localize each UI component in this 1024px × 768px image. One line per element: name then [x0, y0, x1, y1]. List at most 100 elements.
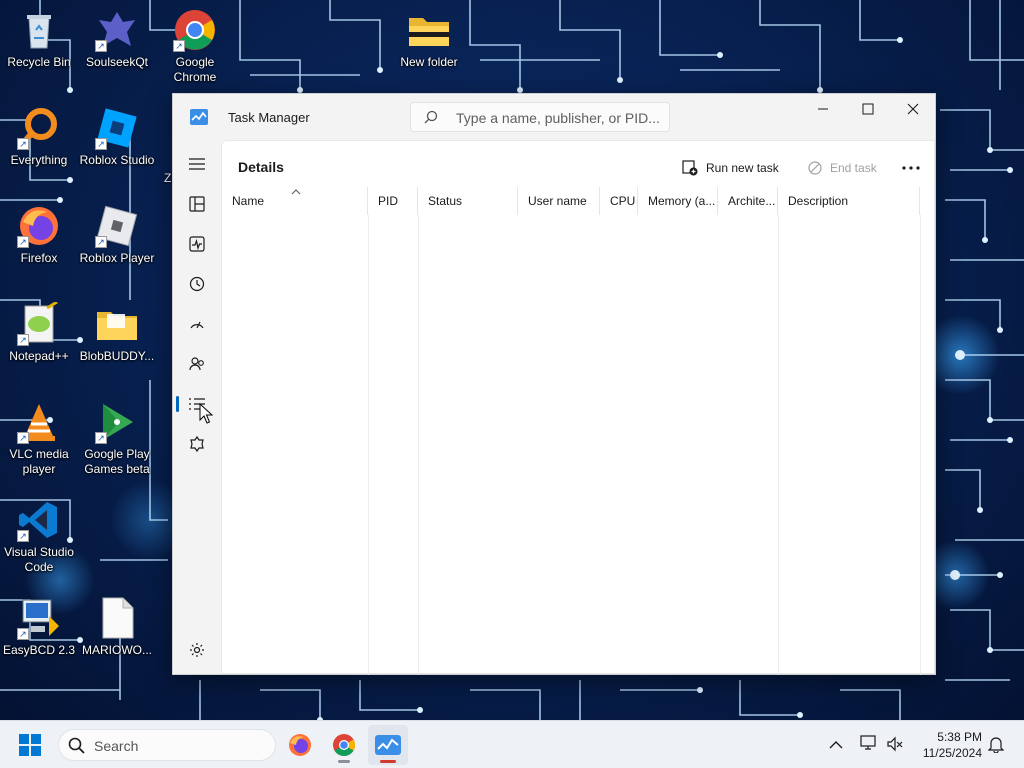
startup-apps-icon — [190, 321, 204, 329]
partially-hidden-icon-label: Z — [164, 171, 172, 185]
desktop-icon-label: Firefox — [20, 251, 58, 265]
desktop-icon-recycle-bin[interactable]: Recycle Bin — [0, 8, 78, 70]
desktop-icon-label: Roblox Studio — [79, 153, 155, 167]
desktop-icon-label: EasyBCD 2.3 — [2, 643, 76, 657]
taskbar-app-task-manager[interactable] — [368, 725, 408, 765]
run-new-task-label: Run new task — [706, 161, 779, 175]
desktop-icon-notepad-plus-plus[interactable]: ↗ Notepad++ — [0, 300, 78, 364]
desktop-icon-label: New folder — [400, 55, 458, 69]
nav-performance[interactable] — [181, 228, 213, 260]
title-bar[interactable]: Task Manager — [173, 94, 935, 140]
task-manager-window[interactable]: Task Manager Type a name, publisher, or … — [172, 93, 936, 675]
mouse-cursor-icon — [199, 403, 213, 424]
shortcut-arrow-icon: ↗ — [173, 40, 185, 52]
network-status[interactable] — [860, 734, 878, 757]
nav-processes[interactable] — [181, 188, 213, 220]
close-button[interactable] — [890, 94, 936, 124]
run-new-task-button[interactable]: Run new task — [682, 157, 779, 179]
end-task-button[interactable]: End task — [808, 157, 877, 179]
desktop-icon-chrome[interactable]: ↗ Google Chrome — [156, 8, 234, 85]
nav-startup-apps[interactable] — [181, 308, 213, 340]
desktop-icon-label: VLC media player — [9, 447, 69, 476]
firefox-icon — [289, 734, 311, 756]
desktop-icon-new-folder[interactable]: New folder — [390, 8, 468, 70]
desktop-icon-label: Everything — [10, 153, 68, 167]
end-task-label: End task — [830, 161, 877, 175]
easybcd-icon: ↗ — [17, 596, 61, 640]
more-options-icon — [902, 166, 920, 170]
column-header-cpu[interactable]: CPU — [600, 187, 638, 215]
volume-status[interactable] — [886, 735, 904, 758]
page-title: Details — [238, 159, 284, 175]
nav-settings[interactable] — [181, 634, 213, 666]
taskbar-search-box[interactable]: Search — [58, 729, 276, 761]
desktop-icon-soulseek[interactable]: ↗ SoulseekQt — [78, 8, 156, 70]
notifications-button[interactable] — [987, 735, 1005, 758]
desktop-icon-vscode[interactable]: ↗ Visual Studio Code — [0, 498, 78, 575]
desktop-icon-google-play-games[interactable]: ↗ Google Play Games beta — [78, 400, 156, 477]
desktop-icon-label: Roblox Player — [79, 251, 155, 265]
chevron-up-icon — [829, 741, 843, 749]
minimize-button[interactable] — [800, 94, 846, 124]
vscode-icon: ↗ — [17, 498, 61, 542]
close-icon — [907, 103, 919, 115]
maximize-icon — [862, 103, 874, 115]
nav-users[interactable] — [181, 348, 213, 380]
windows-logo-icon — [19, 734, 41, 756]
column-header-description[interactable]: Description — [778, 187, 920, 215]
desktop-icon-roblox-studio[interactable]: ↗ Roblox Studio — [78, 106, 156, 168]
folder-icon — [407, 8, 451, 52]
chrome-icon: ↗ — [173, 8, 217, 52]
taskbar-app-firefox[interactable] — [280, 725, 320, 765]
column-header-architecture[interactable]: Archite... — [718, 187, 778, 215]
desktop-icon-firefox[interactable]: ↗ Firefox — [0, 204, 78, 266]
shortcut-arrow-icon: ↗ — [17, 334, 29, 346]
google-play-games-icon: ↗ — [95, 400, 139, 444]
task-manager-icon — [375, 735, 401, 755]
desktop-icon-roblox-player[interactable]: ↗ Roblox Player — [78, 204, 156, 266]
firefox-icon: ↗ — [17, 204, 61, 248]
column-header-status[interactable]: Status — [418, 187, 518, 215]
active-indicator — [380, 760, 396, 763]
taskbar: Search 5:38 PM 11/25/2024 — [0, 720, 1024, 768]
desktop-icon-everything[interactable]: ↗ Everything — [0, 106, 78, 168]
taskbar-app-chrome[interactable] — [324, 725, 364, 765]
desktop-icon-label: Google Chrome — [173, 55, 217, 84]
desktop-icon-label: BlobBUDDY... — [79, 349, 155, 363]
column-header-memory[interactable]: Memory (a... — [638, 187, 718, 215]
volume-muted-icon — [887, 736, 903, 752]
desktop-icon-vlc[interactable]: ↗ VLC media player — [0, 400, 78, 477]
column-header-name[interactable]: Name — [222, 187, 368, 215]
soulseek-icon: ↗ — [95, 8, 139, 52]
process-table-body[interactable] — [222, 215, 920, 673]
settings-gear-icon — [190, 643, 204, 657]
hamburger-menu-icon — [189, 158, 205, 170]
show-hidden-icons-button[interactable] — [829, 737, 843, 755]
desktop-icon-easybcd[interactable]: ↗ EasyBCD 2.3 — [0, 596, 78, 658]
nav-services[interactable] — [181, 428, 213, 460]
column-header-user-name[interactable]: User name — [518, 187, 600, 215]
window-title: Task Manager — [228, 110, 310, 125]
search-icon — [424, 110, 438, 129]
network-icon — [860, 735, 876, 750]
notepad-plus-plus-icon: ↗ — [17, 300, 61, 346]
maximize-button[interactable] — [845, 94, 891, 124]
start-button[interactable] — [18, 733, 42, 757]
nav-hamburger-menu[interactable] — [181, 148, 213, 180]
system-clock[interactable]: 5:38 PM 11/25/2024 — [923, 729, 982, 761]
nav-app-history[interactable] — [181, 268, 213, 300]
desktop-icon-label: MARIOWO... — [82, 643, 152, 657]
search-input[interactable] — [456, 108, 661, 128]
desktop-icon-mariowo[interactable]: MARIOWO... — [78, 596, 156, 658]
desktop-icon-blobbuddy[interactable]: BlobBUDDY... — [78, 302, 156, 364]
clock-time: 5:38 PM — [937, 730, 982, 744]
more-options-button[interactable] — [902, 157, 928, 179]
column-divider — [920, 215, 921, 675]
column-header-pid[interactable]: PID — [368, 187, 418, 215]
minimize-icon — [818, 108, 828, 110]
details-page: Details Run new task End task Name PID S… — [221, 140, 935, 675]
search-box[interactable] — [410, 102, 670, 132]
run-new-task-icon — [682, 160, 698, 176]
shortcut-arrow-icon: ↗ — [95, 138, 107, 150]
chrome-icon — [333, 734, 355, 756]
